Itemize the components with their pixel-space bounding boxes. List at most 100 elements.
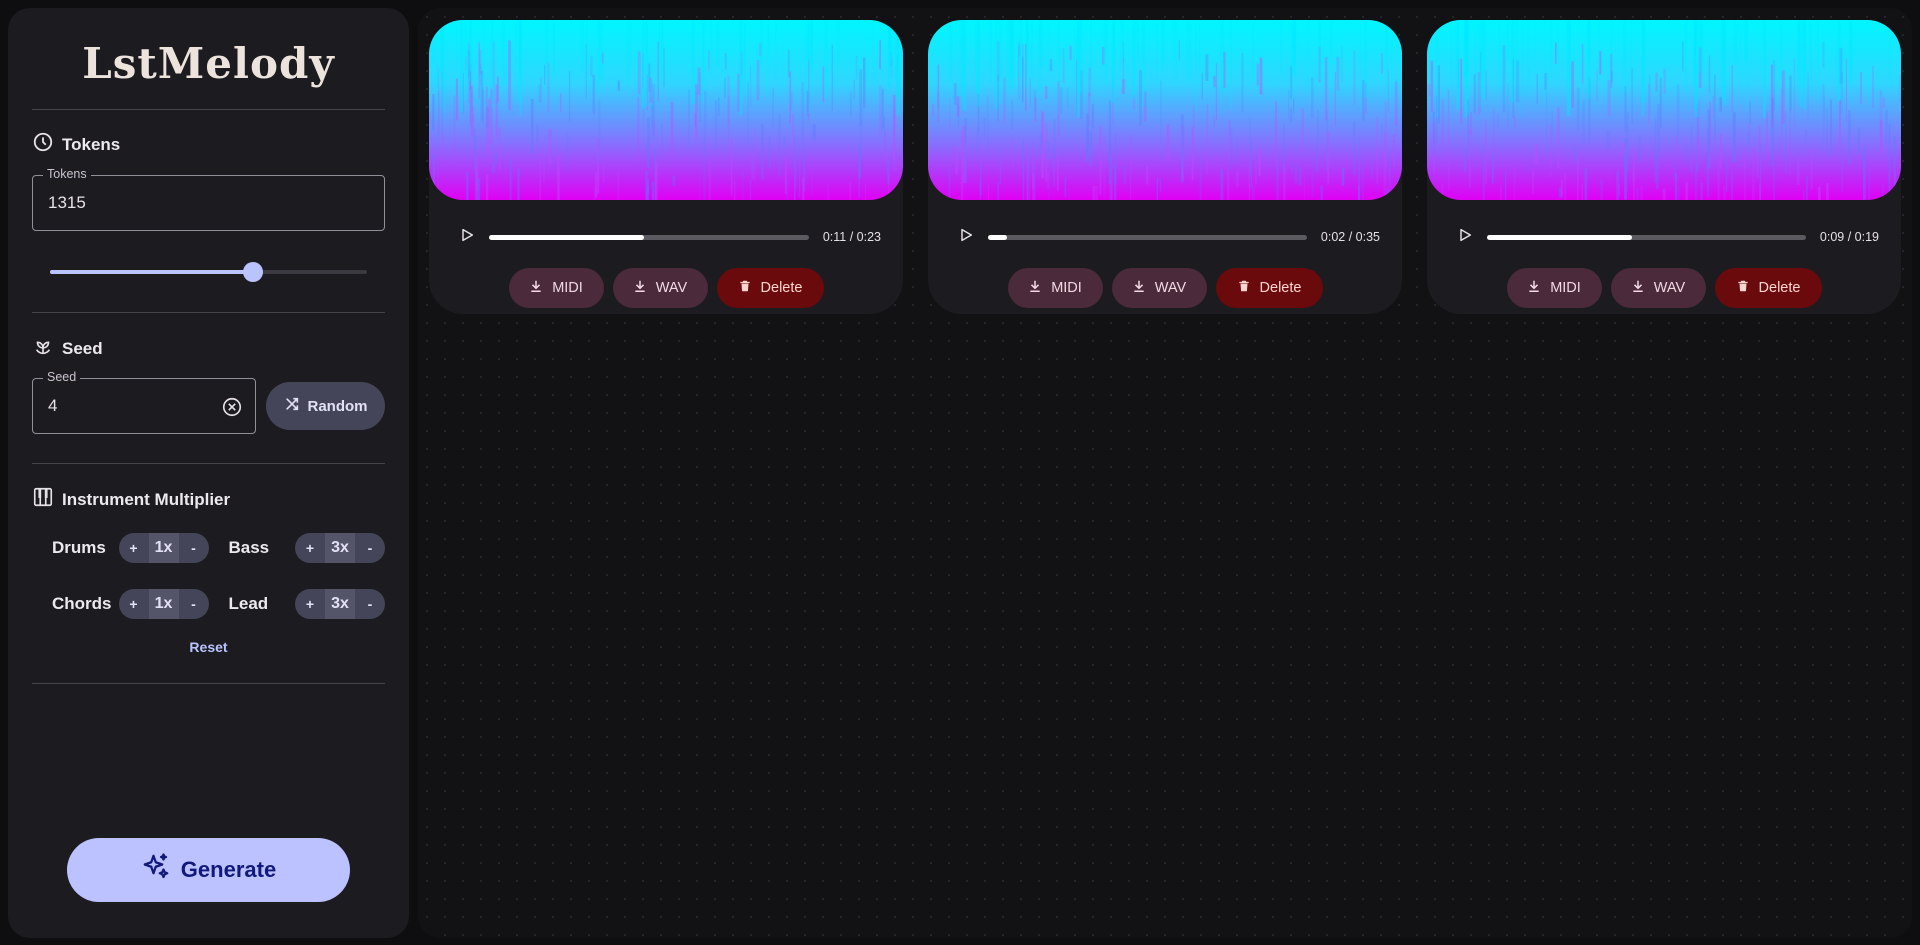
delete-track-button[interactable]: Delete <box>716 268 824 308</box>
playback-time: 0:11 / 0:23 <box>822 230 881 244</box>
sprout-icon <box>32 335 54 362</box>
download-wav-button[interactable]: WAV <box>1610 268 1706 308</box>
wav-label: WAV <box>655 280 688 296</box>
multiplier-value: 3x <box>325 589 355 619</box>
instrument-lead: Lead + 3x - <box>228 589 385 619</box>
progress-fill <box>489 234 645 240</box>
audio-player: 0:09 / 0:19 <box>1457 227 1879 247</box>
instrument-heading-label: Instrument Multiplier <box>62 489 231 509</box>
download-midi-button[interactable]: MIDI <box>1506 268 1602 308</box>
random-seed-label: Random <box>307 397 368 415</box>
decrease-button[interactable]: - <box>355 589 385 619</box>
trash-icon <box>738 279 752 297</box>
increase-button[interactable]: + <box>119 589 149 619</box>
lead-stepper: + 3x - <box>295 589 385 619</box>
download-midi-button[interactable]: MIDI <box>508 268 604 308</box>
instrument-chords: Chords + 1x - <box>52 589 209 619</box>
play-icon[interactable] <box>459 227 475 248</box>
seed-row: Seed 4 Random <box>32 370 385 434</box>
bass-stepper: + 3x - <box>295 533 385 563</box>
seed-field[interactable]: Seed 4 <box>32 370 256 434</box>
seed-input-value[interactable]: 4 <box>48 396 57 416</box>
trash-icon <box>1736 279 1750 297</box>
download-icon <box>529 279 543 297</box>
generate-button[interactable]: Generate <box>67 838 350 902</box>
track-card: 0:09 / 0:19 MIDI WAV Delete <box>1427 20 1901 314</box>
playback-progress[interactable] <box>988 234 1307 240</box>
slider-fill <box>50 270 253 274</box>
delete-label: Delete <box>1259 280 1302 296</box>
random-seed-button[interactable]: Random <box>266 382 385 430</box>
download-midi-button[interactable]: MIDI <box>1007 268 1103 308</box>
app-logo: LstMelody <box>32 8 385 110</box>
audio-player: 0:11 / 0:23 <box>459 227 881 247</box>
download-wav-button[interactable]: WAV <box>1111 268 1207 308</box>
slider-thumb[interactable] <box>242 262 263 282</box>
app-root: LstMelody Tokens Tokens 1315 Seed Seed 4… <box>0 0 1920 945</box>
generate-label: Generate <box>180 857 277 882</box>
seed-heading: Seed <box>32 335 385 362</box>
increase-button[interactable]: + <box>295 533 325 563</box>
download-icon <box>633 279 647 297</box>
download-icon <box>1527 279 1541 297</box>
wav-label: WAV <box>1653 280 1686 296</box>
wav-label: WAV <box>1154 280 1187 296</box>
track-card: 0:02 / 0:35 MIDI WAV Delete <box>928 20 1402 314</box>
multiplier-value: 1x <box>148 533 179 563</box>
decrease-button[interactable]: - <box>355 533 385 563</box>
increase-button[interactable]: + <box>295 589 325 619</box>
delete-track-button[interactable]: Delete <box>1714 268 1822 308</box>
audio-player: 0:02 / 0:35 <box>958 227 1380 247</box>
multiplier-value: 3x <box>325 533 355 563</box>
delete-label: Delete <box>760 280 803 296</box>
tokens-input-value[interactable]: 1315 <box>48 193 86 213</box>
drums-stepper: + 1x - <box>118 533 209 563</box>
seed-section: Seed Seed 4 Random <box>32 313 385 464</box>
instrument-heading: Instrument Multiplier <box>32 486 385 513</box>
clear-circle-icon[interactable] <box>221 396 243 418</box>
track-card: 0:11 / 0:23 MIDI WAV Delete <box>429 20 903 314</box>
play-icon[interactable] <box>1457 227 1473 248</box>
spectrogram-image <box>928 20 1402 200</box>
seed-field-label: Seed <box>43 370 81 384</box>
clock-icon <box>32 131 54 158</box>
spectrogram-image <box>429 20 903 200</box>
download-wav-button[interactable]: WAV <box>612 268 708 308</box>
midi-label: MIDI <box>1051 280 1082 296</box>
midi-label: MIDI <box>1550 280 1581 296</box>
shuffle-icon <box>284 396 300 416</box>
track-actions: MIDI WAV Delete <box>1427 268 1901 308</box>
playback-progress[interactable] <box>1487 234 1806 240</box>
increase-button[interactable]: + <box>119 533 149 563</box>
delete-label: Delete <box>1758 280 1801 296</box>
tokens-field[interactable]: Tokens 1315 <box>32 167 385 231</box>
instrument-grid: Drums + 1x - Bass + 3x - Chords + 1x - L… <box>32 533 385 619</box>
play-icon[interactable] <box>958 227 974 248</box>
track-actions: MIDI WAV Delete <box>429 268 903 308</box>
instrument-name: Drums <box>52 538 106 557</box>
chords-stepper: + 1x - <box>118 589 209 619</box>
midi-label: MIDI <box>552 280 583 296</box>
sidebar: LstMelody Tokens Tokens 1315 Seed Seed 4… <box>8 8 409 938</box>
reset-button[interactable]: Reset <box>32 639 385 655</box>
piano-icon <box>32 486 54 513</box>
instrument-name: Lead <box>228 594 269 613</box>
decrease-button[interactable]: - <box>179 589 209 619</box>
download-icon <box>1132 279 1146 297</box>
decrease-button[interactable]: - <box>179 533 209 563</box>
seed-heading-label: Seed <box>62 338 103 358</box>
instrument-drums: Drums + 1x - <box>52 533 209 563</box>
tokens-slider[interactable] <box>50 262 367 282</box>
playback-time: 0:02 / 0:35 <box>1320 230 1380 244</box>
instrument-name: Bass <box>228 538 270 557</box>
playback-time: 0:09 / 0:19 <box>1819 230 1879 244</box>
download-icon <box>1028 279 1042 297</box>
tokens-section: Tokens Tokens 1315 <box>32 110 385 313</box>
progress-fill <box>1487 234 1633 240</box>
sparkle-icon <box>141 852 171 888</box>
instrument-bass: Bass + 3x - <box>228 533 385 563</box>
spectrogram-image <box>1427 20 1901 200</box>
delete-track-button[interactable]: Delete <box>1215 268 1323 308</box>
trash-icon <box>1237 279 1251 297</box>
playback-progress[interactable] <box>489 234 809 240</box>
